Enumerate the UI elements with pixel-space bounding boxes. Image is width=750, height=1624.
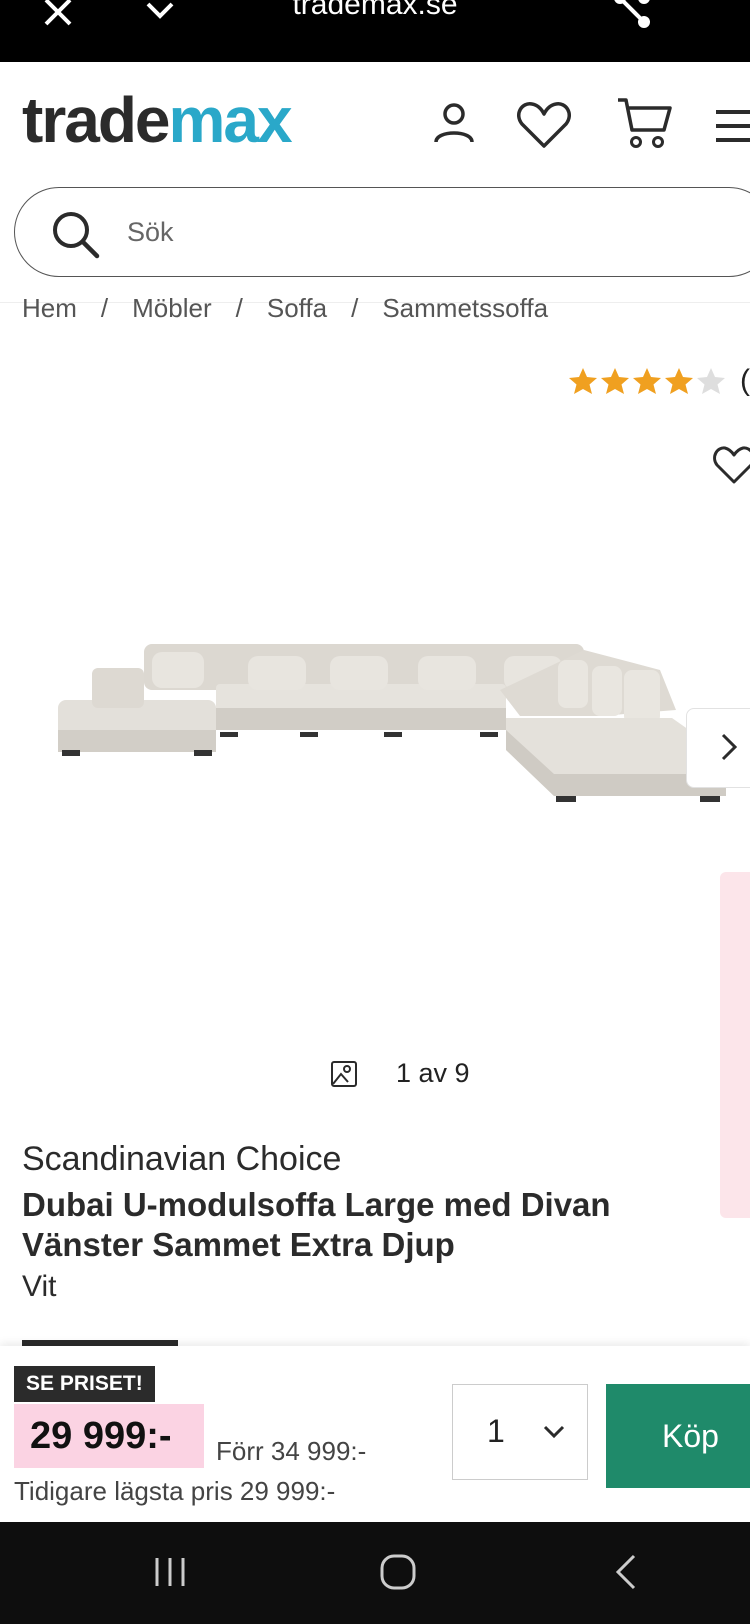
- lowest-price-note: Tidigare lägsta pris 29 999:-: [14, 1476, 336, 1506]
- cart-icon[interactable]: [616, 96, 672, 150]
- star-empty-icon: [697, 368, 725, 394]
- buy-button[interactable]: Köp: [606, 1384, 750, 1488]
- image-counter-text: 1 av 9: [396, 1058, 470, 1088]
- logo-part-1: trade: [22, 84, 170, 156]
- breadcrumb-sammetssoffa[interactable]: Sammetssoffa: [382, 293, 548, 324]
- star-icon: [633, 368, 661, 394]
- quantity-value: 1: [487, 1413, 505, 1449]
- user-icon[interactable]: [432, 100, 476, 146]
- product-rating[interactable]: (: [568, 364, 750, 400]
- share-icon[interactable]: [610, 0, 654, 30]
- breadcrumb-separator: /: [235, 293, 243, 323]
- product-title: Dubai U-modulsoffa Large med Divan Vänst…: [22, 1186, 611, 1263]
- review-count: (: [740, 364, 750, 397]
- side-promo-panel[interactable]: [720, 872, 750, 1218]
- product-brand[interactable]: Scandinavian Choice: [22, 1140, 341, 1179]
- system-nav-bar: [0, 1522, 750, 1624]
- chevron-down-icon: [543, 1425, 565, 1439]
- product-image[interactable]: [0, 600, 750, 860]
- star-icon: [569, 368, 597, 394]
- breadcrumb: Hem / Möbler / Soffa / Sammetssoffa: [22, 293, 548, 324]
- quantity-select[interactable]: 1: [452, 1384, 588, 1480]
- price-badge: SE PRISET!: [14, 1366, 155, 1402]
- heart-icon[interactable]: [516, 100, 572, 150]
- breadcrumb-mobler[interactable]: Möbler: [132, 293, 211, 324]
- product-variant: Vit: [22, 1270, 57, 1303]
- search-bar[interactable]: [14, 187, 750, 277]
- previous-price: Förr 34 999:-: [216, 1436, 367, 1466]
- recent-apps-icon[interactable]: [152, 1552, 188, 1592]
- browser-toolbar: trademax.se: [0, 0, 750, 62]
- menu-icon[interactable]: [714, 106, 750, 146]
- breadcrumb-separator: /: [351, 293, 359, 323]
- star-icon: [601, 368, 629, 394]
- next-image-button[interactable]: [686, 708, 750, 788]
- gallery-icon: [331, 1061, 357, 1087]
- search-icon: [53, 212, 100, 259]
- wishlist-heart-icon[interactable]: [712, 444, 750, 486]
- current-price: 29 999:-: [30, 1415, 172, 1457]
- logo-part-2: max: [168, 84, 293, 156]
- back-icon[interactable]: [612, 1552, 640, 1592]
- home-icon[interactable]: [378, 1552, 418, 1592]
- breadcrumb-soffa[interactable]: Soffa: [267, 293, 327, 324]
- chevron-right-icon: [721, 733, 737, 761]
- star-icon: [665, 368, 693, 394]
- search-input[interactable]: [125, 210, 525, 254]
- trademax-logo[interactable]: trademax: [22, 88, 293, 152]
- breadcrumb-home[interactable]: Hem: [22, 293, 77, 324]
- breadcrumb-separator: /: [100, 293, 109, 323]
